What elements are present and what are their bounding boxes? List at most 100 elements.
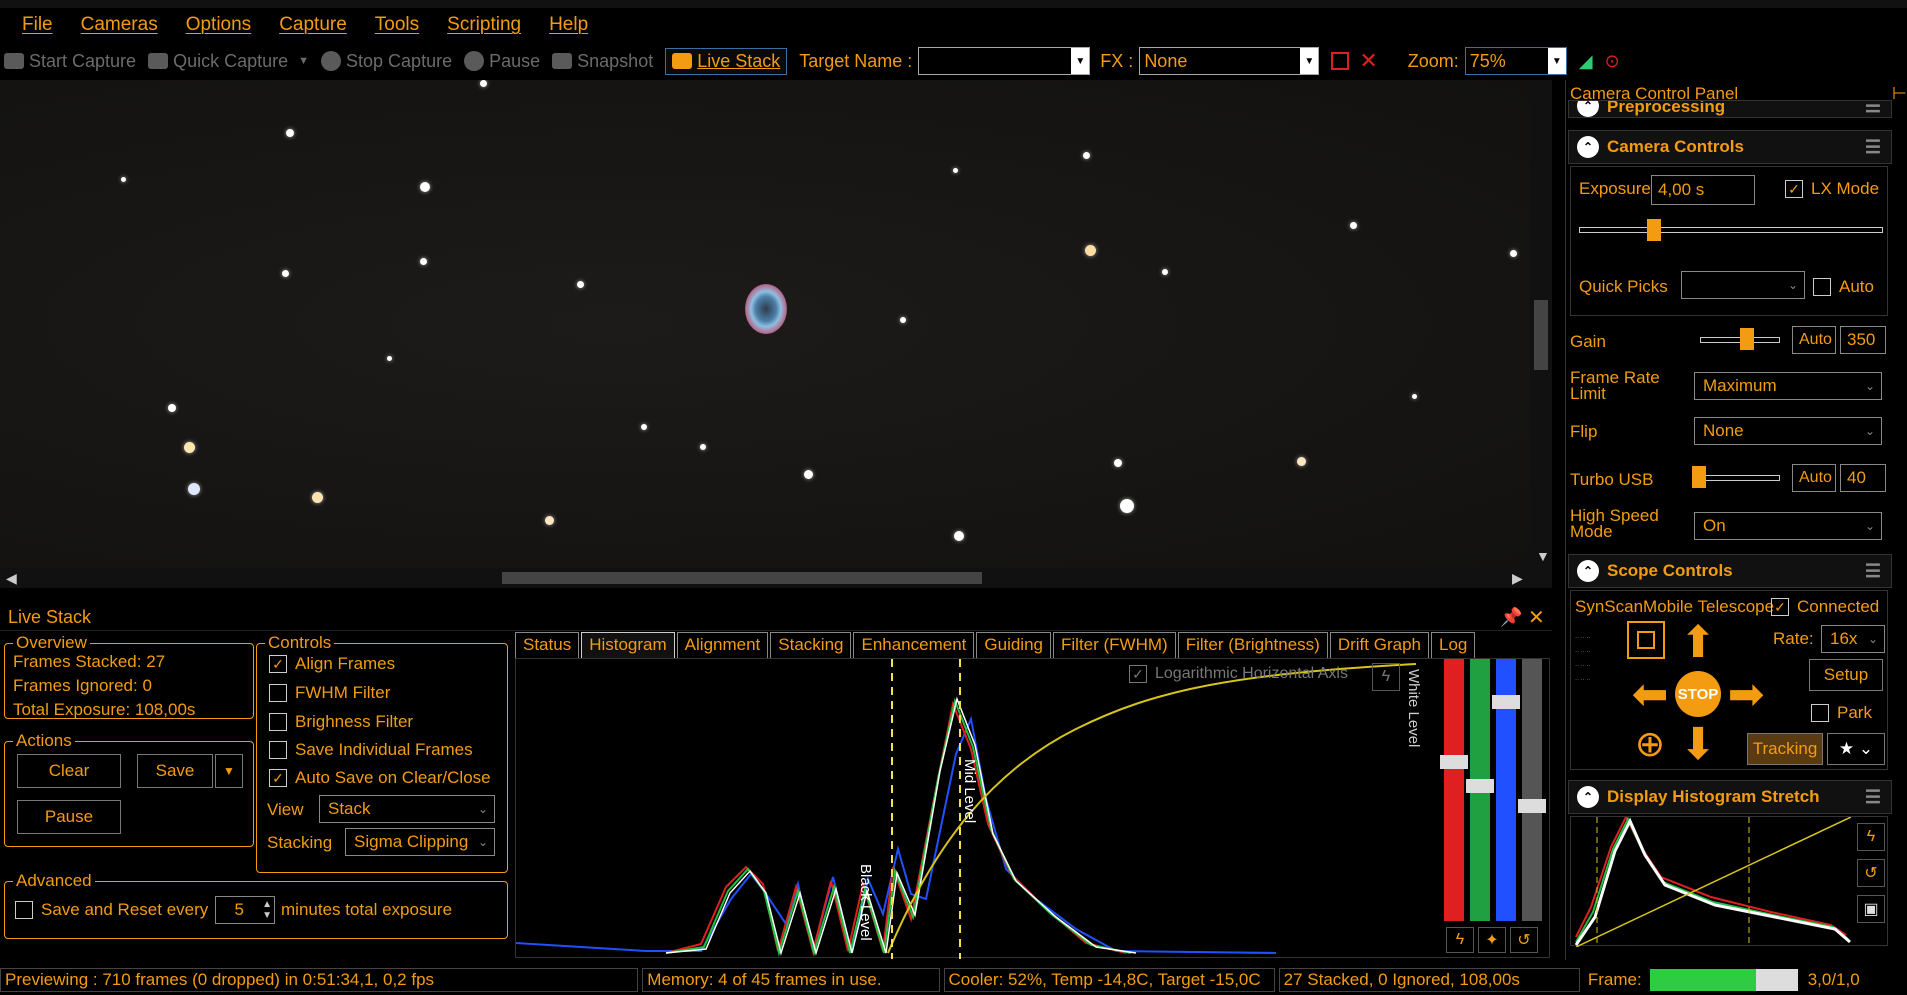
check-icon[interactable]: ✓ [1129,665,1147,683]
slider-knob[interactable] [1692,466,1706,488]
slider-knob[interactable] [1740,328,1754,350]
stop-button[interactable]: STOP [1675,671,1721,717]
checkbox-box[interactable] [269,713,287,731]
menu-icon[interactable]: ☰ [1865,137,1881,158]
log-axis-checkbox[interactable]: ✓ Logarithmic Horizontal Axis [1129,665,1348,683]
target-icon[interactable]: ⊙ [1605,51,1620,72]
stop-capture-button[interactable]: Stop Capture [321,51,452,72]
crosshair-off-icon[interactable]: ✕ [1359,48,1377,74]
save-button[interactable]: Save [137,754,213,788]
tab-stacking[interactable]: Stacking [770,632,852,658]
menu-icon[interactable]: ☰ [1865,787,1881,808]
lightning-icon[interactable]: ϟ [1446,927,1474,953]
gain-auto-button[interactable]: Auto [1792,326,1836,354]
clear-button[interactable]: Clear [17,754,121,788]
checkbox-box[interactable] [1811,704,1829,722]
menu-options[interactable]: Options [186,14,251,36]
sparkle-icon[interactable]: ✦ [1478,927,1506,953]
exposure-input[interactable]: 4,00 s [1651,175,1755,205]
start-capture-button[interactable]: Start Capture [4,51,136,72]
quick-capture-button[interactable]: Quick Capture ▼ [148,51,309,72]
stepper-arrows-icon[interactable]: ▲ ▼ [262,899,272,921]
east-arrow-button[interactable]: ➡ [1723,670,1769,719]
red-level-slider[interactable] [1440,659,1468,921]
north-arrow-button[interactable]: ⬆ [1675,618,1721,667]
flip-select[interactable]: None ⌄ [1694,417,1882,445]
histogram-plot[interactable]: Black Level Mid Level ✓ Logarithmic Horiz… [515,658,1550,959]
pin-icon[interactable]: 📌 [1500,607,1522,628]
scope-controls-section[interactable]: ⌃ Scope Controls ☰ [1568,554,1892,588]
fx-combo[interactable]: None ▼ [1139,47,1320,75]
histogram-stretch-section[interactable]: ⌃ Display Histogram Stretch ☰ [1568,780,1892,814]
scroll-right-icon[interactable]: ▶ [1512,570,1523,587]
auto-exposure-checkbox[interactable]: Auto [1813,277,1874,297]
setup-button[interactable]: Setup [1809,659,1883,691]
chevron-down-icon[interactable]: ▼ [215,754,243,788]
vertical-scrollbar[interactable]: ▼ [1530,80,1552,568]
slider-knob[interactable] [1518,799,1546,813]
luminance-level-slider[interactable] [1518,659,1546,921]
rate-select[interactable]: 16x ⌄ [1821,625,1885,653]
snapshot-button[interactable]: Snapshot [552,51,653,72]
horizontal-scrollbar[interactable]: ◀ ▶ [0,568,1552,588]
slider-knob[interactable] [1466,779,1494,793]
menu-tools[interactable]: Tools [375,14,419,36]
scroll-left-icon[interactable]: ◀ [6,570,17,587]
pin-icon[interactable]: ⊢ [1892,84,1907,104]
blue-level-slider[interactable] [1492,659,1520,921]
south-arrow-button[interactable]: ⬇ [1675,720,1721,769]
stacking-select[interactable]: Sigma Clipping ⌄ [345,828,495,856]
brightness-filter-checkbox[interactable]: Brighness Filter [269,712,413,732]
pause-button[interactable]: Pause [464,51,540,72]
align-frames-checkbox[interactable]: ✓ Align Frames [269,654,395,674]
tab-drift-graph[interactable]: Drift Graph [1329,632,1429,658]
star-icon[interactable]: ★ ⌄ [1827,733,1885,765]
tab-histogram[interactable]: Histogram [581,632,675,658]
save-individual-checkbox[interactable]: Save Individual Frames [269,740,473,760]
slider-knob[interactable] [1440,755,1468,769]
exposure-slider[interactable] [1579,227,1883,233]
menu-help[interactable]: Help [549,14,588,36]
tab-status[interactable]: Status [515,632,580,658]
slider-knob[interactable] [1647,219,1661,241]
menu-capture[interactable]: Capture [279,14,347,36]
close-icon[interactable]: ✕ [1528,605,1545,630]
scroll-down-icon[interactable]: ▼ [1536,548,1550,564]
image-viewer[interactable]: ▼ ◀ ▶ [0,80,1552,588]
reset-icon[interactable]: ↺ [1510,927,1538,953]
gain-input[interactable]: 350 [1840,326,1886,354]
reset-icon[interactable]: ↺ [1857,859,1885,887]
chevron-down-icon[interactable]: ▼ [1300,48,1319,74]
slider-knob[interactable] [1492,695,1520,709]
menu-scripting[interactable]: Scripting [447,14,521,36]
save-reset-checkbox[interactable]: Save and Reset every [15,900,208,920]
goto-icon[interactable] [1627,621,1665,659]
menu-icon[interactable]: ☰ [1865,101,1881,117]
scroll-thumb[interactable] [1534,300,1548,370]
roi-icon[interactable] [1331,52,1350,70]
checkbox-box[interactable] [15,901,33,919]
fwhm-filter-checkbox[interactable]: FWHM Filter [269,683,390,703]
chevron-down-icon[interactable]: ▼ [1071,48,1090,74]
chevron-down-icon[interactable]: ▼ [298,55,309,67]
tab-log[interactable]: Log [1430,632,1476,658]
lightning-icon[interactable]: ϟ [1857,823,1885,851]
lightning-icon[interactable]: ϟ [1372,663,1400,691]
chevron-down-icon[interactable]: ▼ [1547,48,1566,74]
target-name-combo[interactable]: ▼ [918,47,1091,75]
tab-filter-brightness[interactable]: Filter (Brightness) [1177,632,1328,658]
tab-alignment[interactable]: Alignment [676,632,769,658]
preprocessing-section[interactable]: ⌃ Preprocessing ☰ [1568,100,1892,118]
park-checkbox[interactable]: Park [1811,703,1872,723]
histogram-icon[interactable]: ◢ [1579,51,1593,72]
view-select[interactable]: Stack ⌄ [319,795,495,823]
check-icon[interactable]: ✓ [1785,180,1803,198]
menu-icon[interactable]: ☰ [1865,561,1881,582]
tab-enhancement[interactable]: Enhancement [853,632,975,658]
turbo-auto-button[interactable]: Auto [1792,464,1836,492]
auto-save-checkbox[interactable]: ✓ Auto Save on Clear/Close [269,768,491,788]
crosshair-icon[interactable]: ⊕ [1627,721,1673,767]
tracking-button[interactable]: Tracking [1747,733,1823,765]
turbo-usb-slider[interactable] [1700,475,1780,481]
pause-button[interactable]: Pause [17,800,121,834]
